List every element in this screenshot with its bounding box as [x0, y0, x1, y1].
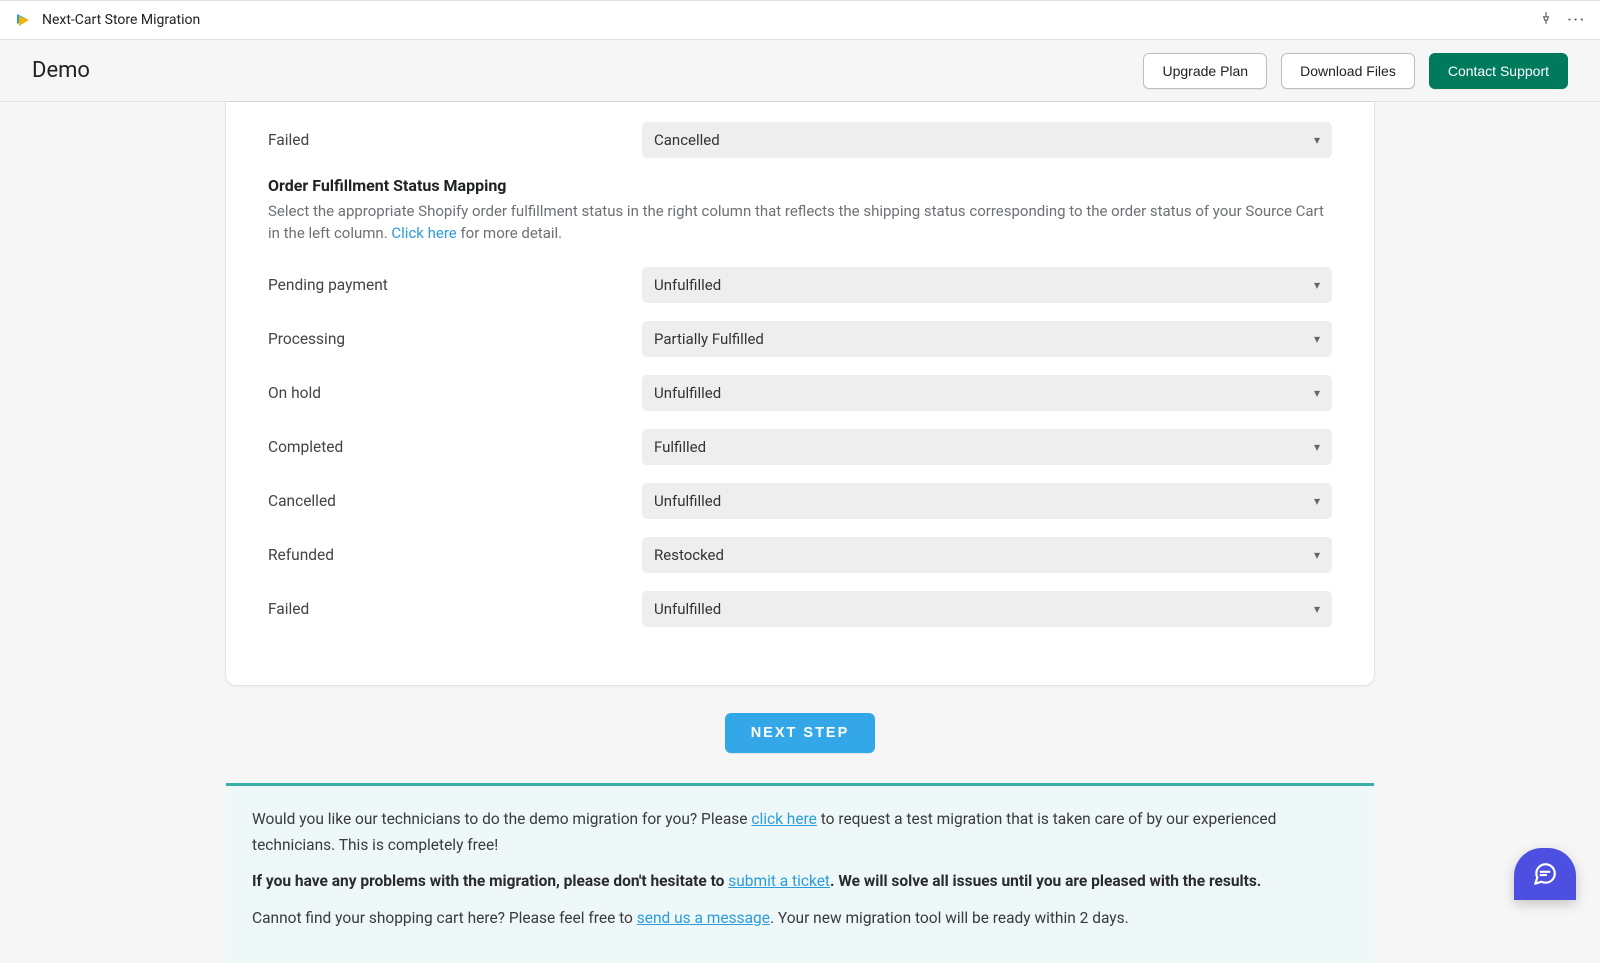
- section-description: Select the appropriate Shopify order ful…: [268, 201, 1332, 245]
- row-label: Processing: [268, 330, 642, 348]
- chevron-down-icon: ▾: [1314, 440, 1320, 454]
- status-select[interactable]: Cancelled ▾: [642, 122, 1332, 158]
- mapping-row: On hold Unfulfilled ▾: [268, 375, 1332, 411]
- download-files-button[interactable]: Download Files: [1281, 53, 1415, 89]
- chevron-down-icon: ▾: [1314, 133, 1320, 147]
- mapping-row: Pending payment Unfulfilled ▾: [268, 267, 1332, 303]
- click-here-request-link[interactable]: click here: [751, 810, 817, 828]
- app-logo-icon: [14, 11, 32, 29]
- mapping-row: Processing Partially Fulfilled ▾: [268, 321, 1332, 357]
- chevron-down-icon: ▾: [1314, 386, 1320, 400]
- status-select[interactable]: Unfulfilled ▾: [642, 375, 1332, 411]
- row-label: Refunded: [268, 546, 642, 564]
- status-select[interactable]: Unfulfilled ▾: [642, 267, 1332, 303]
- mapping-row: Failed Unfulfilled ▾: [268, 591, 1332, 627]
- info-box: Would you like our technicians to do the…: [226, 783, 1374, 963]
- section-title: Order Fulfillment Status Mapping: [268, 176, 1332, 195]
- page-title: Demo: [32, 58, 90, 83]
- next-step-button[interactable]: NEXT STEP: [725, 713, 876, 753]
- chevron-down-icon: ▾: [1314, 278, 1320, 292]
- row-label: Failed: [268, 600, 642, 618]
- mapping-row: Completed Fulfilled ▾: [268, 429, 1332, 465]
- header-actions: Upgrade Plan Download Files Contact Supp…: [1143, 53, 1568, 89]
- select-value: Unfulfilled: [654, 600, 721, 618]
- app-title: Next-Cart Store Migration: [42, 12, 200, 28]
- mapping-row-failed-top: Failed Cancelled ▾: [268, 122, 1332, 158]
- row-label: Cancelled: [268, 492, 642, 510]
- contact-support-button[interactable]: Contact Support: [1429, 53, 1568, 89]
- select-value: Unfulfilled: [654, 276, 721, 294]
- upgrade-plan-button[interactable]: Upgrade Plan: [1143, 53, 1267, 89]
- select-value: Restocked: [654, 546, 724, 564]
- status-select[interactable]: Partially Fulfilled ▾: [642, 321, 1332, 357]
- more-icon[interactable]: ···: [1567, 12, 1586, 28]
- row-label: On hold: [268, 384, 642, 402]
- chat-widget-button[interactable]: [1514, 848, 1576, 900]
- page-header: Demo Upgrade Plan Download Files Contact…: [0, 40, 1600, 102]
- mapping-card: Failed Cancelled ▾ Order Fulfillment Sta…: [226, 102, 1374, 685]
- status-select[interactable]: Fulfilled ▾: [642, 429, 1332, 465]
- row-label: Pending payment: [268, 276, 642, 294]
- chevron-down-icon: ▾: [1314, 494, 1320, 508]
- titlebar: Next-Cart Store Migration ···: [0, 0, 1600, 40]
- send-message-link[interactable]: send us a message: [637, 909, 770, 927]
- select-value: Unfulfilled: [654, 492, 721, 510]
- select-value: Fulfilled: [654, 438, 706, 456]
- pin-icon[interactable]: [1539, 11, 1553, 29]
- submit-ticket-link[interactable]: submit a ticket: [728, 872, 830, 890]
- chat-icon: [1532, 861, 1558, 887]
- status-select[interactable]: Unfulfilled ▾: [642, 591, 1332, 627]
- chevron-down-icon: ▾: [1314, 602, 1320, 616]
- click-here-link[interactable]: Click here: [391, 224, 456, 242]
- mapping-row: Refunded Restocked ▾: [268, 537, 1332, 573]
- row-label: Completed: [268, 438, 642, 456]
- mapping-row: Cancelled Unfulfilled ▾: [268, 483, 1332, 519]
- select-value: Cancelled: [654, 131, 720, 149]
- row-label: Failed: [268, 131, 642, 149]
- select-value: Partially Fulfilled: [654, 330, 764, 348]
- status-select[interactable]: Restocked ▾: [642, 537, 1332, 573]
- select-value: Unfulfilled: [654, 384, 721, 402]
- chevron-down-icon: ▾: [1314, 332, 1320, 346]
- chevron-down-icon: ▾: [1314, 548, 1320, 562]
- status-select[interactable]: Unfulfilled ▾: [642, 483, 1332, 519]
